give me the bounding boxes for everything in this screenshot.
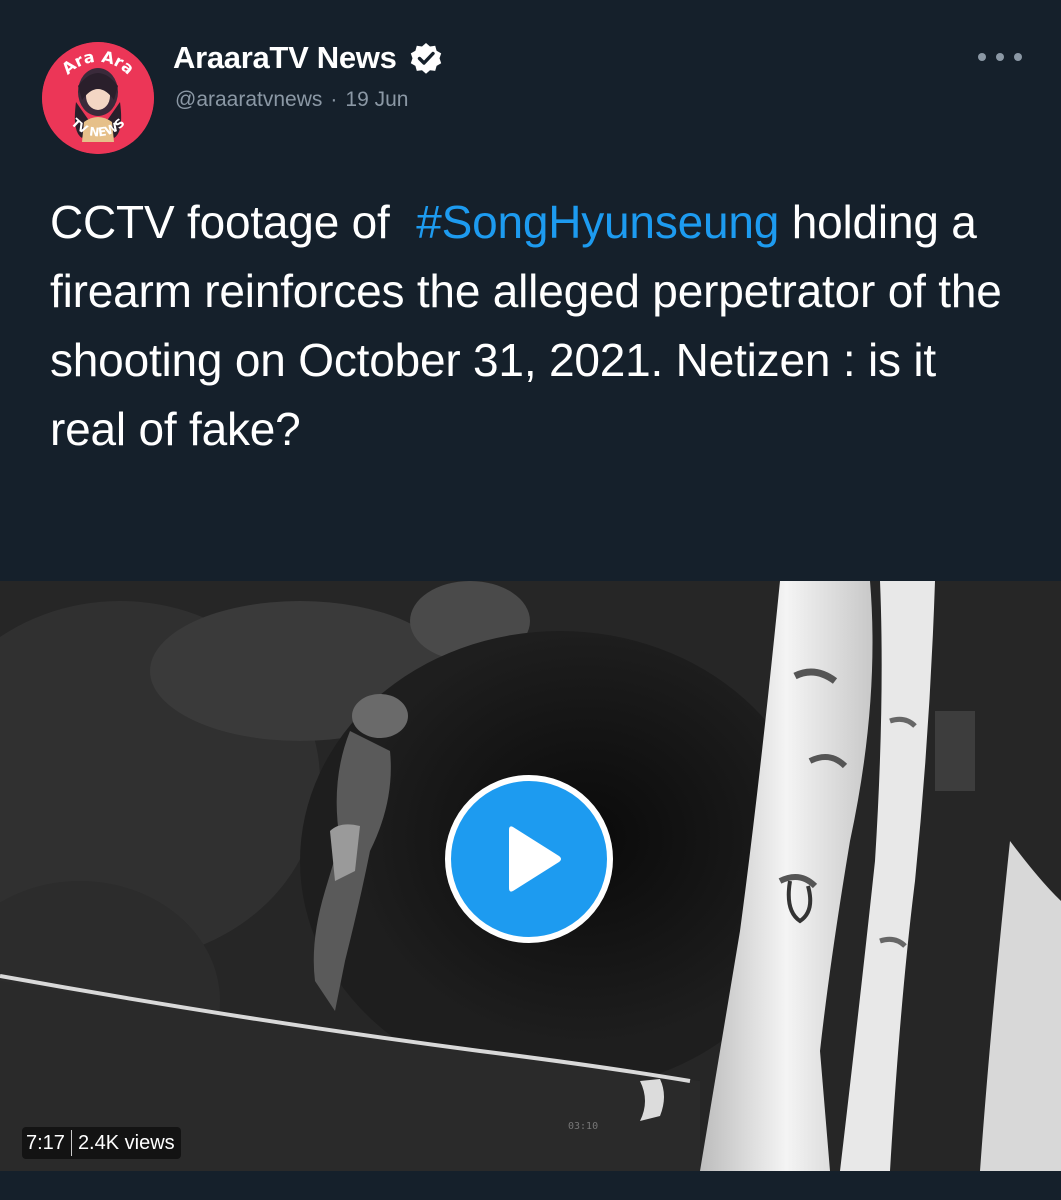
video-player[interactable]: 03:10 <box>0 581 1061 1171</box>
play-icon <box>509 826 561 892</box>
tweet-text-intro: CCTV footage of <box>50 196 390 248</box>
video-duration: 7:17 <box>26 1131 65 1154</box>
tweet-meta: @araaratvnews · 19 Jun <box>175 88 408 112</box>
more-options-icon[interactable] <box>978 44 1022 70</box>
footer-strip <box>0 1171 1061 1200</box>
avatar[interactable]: Ara Ara TV NEWS <box>42 42 154 154</box>
more-dot <box>996 53 1004 61</box>
video-stats-badge: 7:17 2.4K views <box>22 1127 181 1159</box>
tweet-date[interactable]: 19 Jun <box>345 88 408 112</box>
svg-text:03:10: 03:10 <box>568 1121 598 1132</box>
verified-badge-icon <box>410 43 441 74</box>
avatar-logo: Ara Ara TV NEWS <box>42 42 154 154</box>
meta-separator: · <box>330 88 338 111</box>
display-name[interactable]: AraaraTV News <box>173 40 397 76</box>
more-dot <box>978 53 986 61</box>
play-button[interactable] <box>445 775 613 943</box>
tweet-text: CCTV footage of #SongHyunseung holding a… <box>50 188 1010 464</box>
tweet-card: Ara Ara TV NEWS AraaraTV News @araaratvn… <box>0 0 1061 1200</box>
handle[interactable]: @araaratvnews <box>175 88 322 112</box>
badge-divider <box>70 1130 72 1156</box>
more-dot <box>1014 53 1022 61</box>
video-views: 2.4K views <box>77 1131 175 1154</box>
author-name-row: AraaraTV News <box>173 38 445 78</box>
hashtag-link[interactable]: #SongHyunseung <box>416 196 779 248</box>
